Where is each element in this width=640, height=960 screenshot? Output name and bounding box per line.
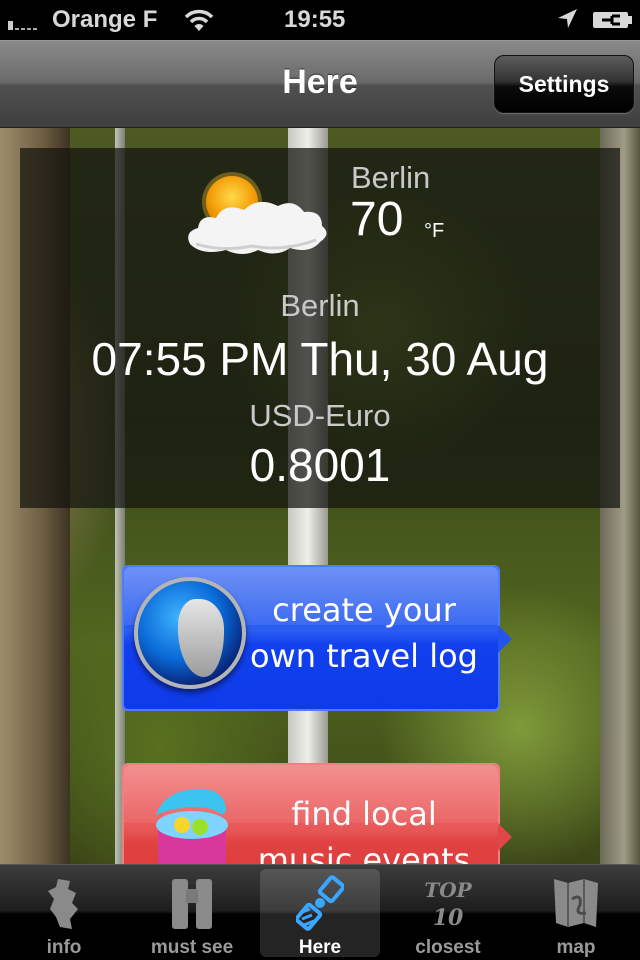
- time-city: Berlin: [280, 288, 360, 323]
- info-map-icon: [48, 879, 78, 929]
- callout-notch: [498, 823, 512, 851]
- tab-here[interactable]: Here: [260, 869, 380, 958]
- wifi-icon: [184, 9, 214, 31]
- currency-rate: 0.8001: [249, 439, 391, 491]
- status-time: 19:55: [284, 6, 346, 33]
- tab-label: must see: [150, 937, 234, 958]
- navigation-bar: Here Settings: [0, 40, 640, 128]
- travel-log-line1: create your: [272, 591, 456, 629]
- local-time: 07:55 PM Thu, 30 Aug: [91, 333, 549, 385]
- tab-label: Here: [298, 937, 342, 958]
- currency-label: USD-Euro: [249, 398, 391, 433]
- callout-notch: [498, 625, 512, 653]
- tab-must-see[interactable]: must see: [132, 869, 252, 958]
- satellite-icon: [296, 875, 344, 931]
- weather-city: Berlin: [351, 160, 431, 195]
- partly-cloudy-icon: [188, 172, 327, 254]
- carrier-name: Orange F: [52, 6, 158, 33]
- music-events-line1: find local: [291, 795, 437, 833]
- tab-map[interactable]: map: [516, 869, 636, 958]
- create-travel-log-button[interactable]: create your own travel log: [122, 565, 512, 711]
- svg-text:TOP: TOP: [424, 878, 472, 902]
- tab-closest[interactable]: TOP 10 closest: [388, 869, 508, 958]
- folded-map-icon: [554, 879, 598, 927]
- top10-icon: TOP 10: [424, 878, 472, 931]
- info-panel: Berlin 70 °F Berlin 07:55 PM Thu, 30 Aug…: [20, 148, 620, 508]
- weather-temperature: 70: [350, 193, 404, 246]
- globe-icon: [134, 577, 246, 689]
- travel-log-line2: own travel log: [250, 637, 478, 675]
- tab-info[interactable]: info: [4, 869, 124, 958]
- svg-text:10: 10: [433, 905, 464, 931]
- battery-charging-icon: [593, 12, 632, 28]
- weather-unit: °F: [424, 220, 445, 242]
- binoculars-icon: [172, 879, 212, 929]
- tab-bar: info must see Here TOP 10 closest map: [0, 864, 640, 960]
- status-bar: Orange F 19:55: [0, 0, 640, 40]
- tab-label: info: [46, 937, 82, 958]
- tab-label: map: [556, 937, 596, 958]
- travel-log-label: create your own travel log: [236, 587, 492, 679]
- tab-label: closest: [415, 937, 481, 958]
- location-arrow-icon: [558, 9, 577, 28]
- signal-icon: [8, 8, 37, 30]
- settings-button[interactable]: Settings: [494, 55, 634, 113]
